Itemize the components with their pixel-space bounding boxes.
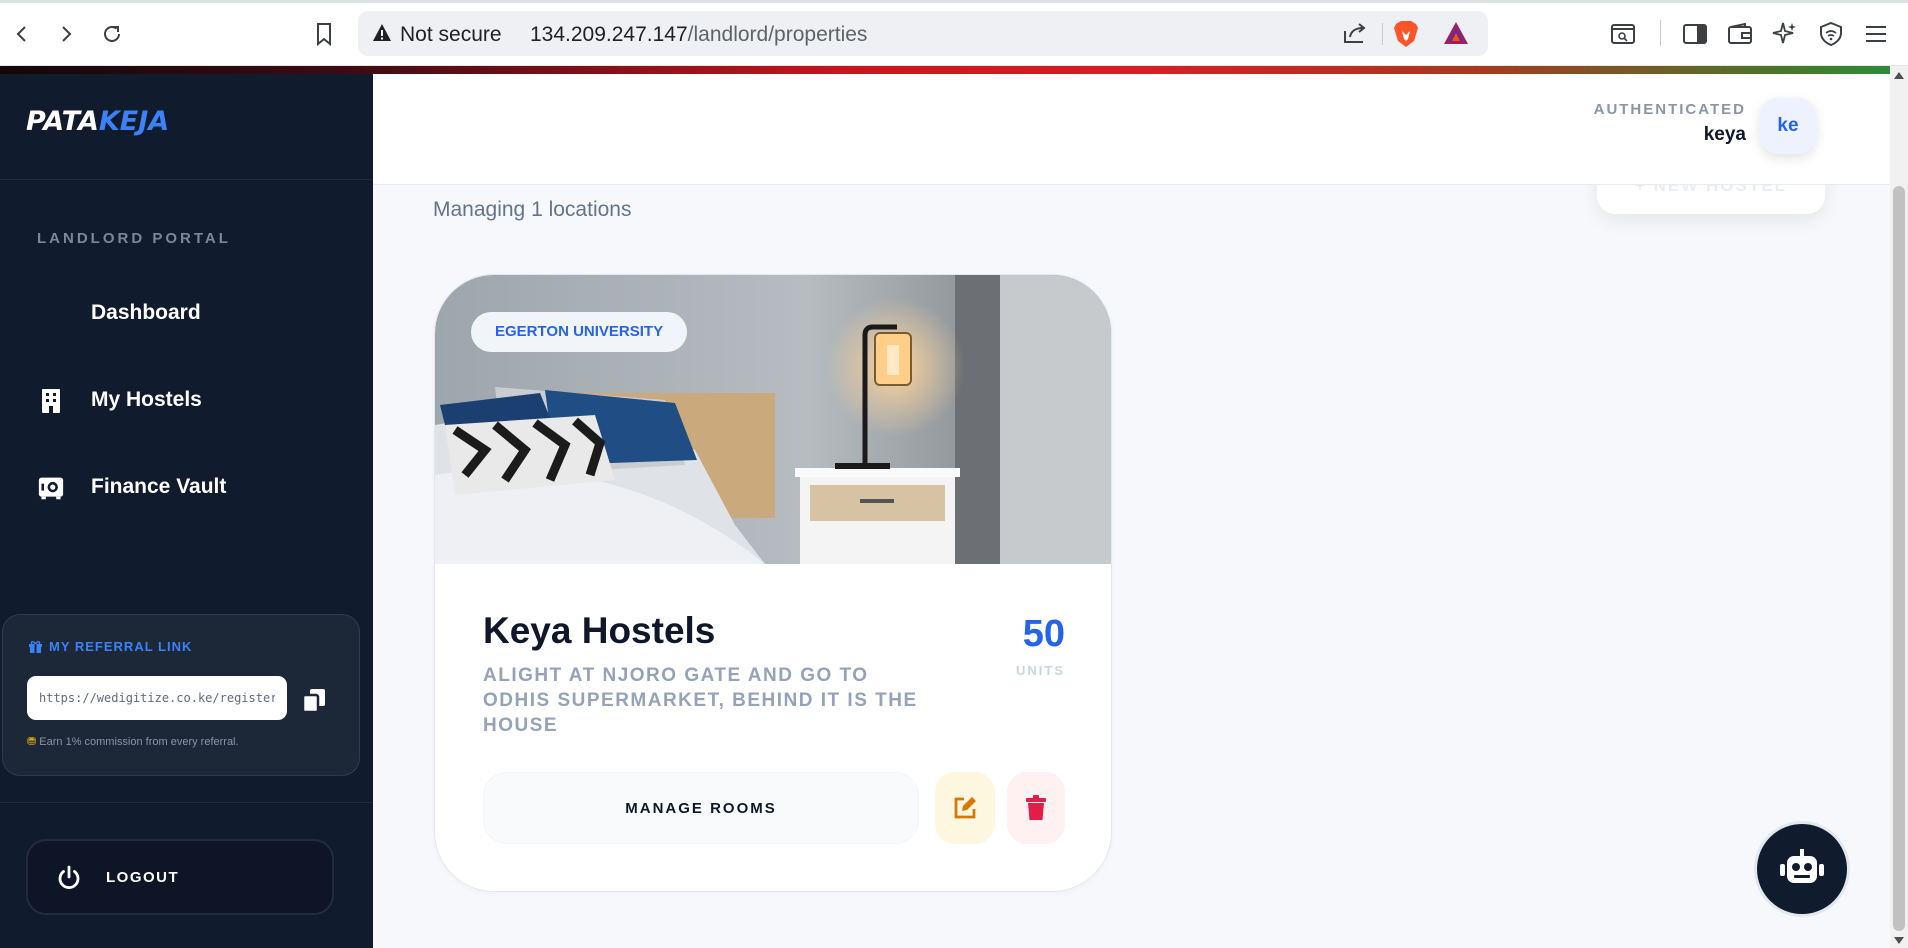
scroll-up-arrow[interactable]: [1894, 72, 1904, 79]
url-text[interactable]: 134.209.247.147/landlord/properties: [530, 23, 867, 47]
property-image: EGERTON UNIVERSITY: [435, 275, 1111, 564]
ai-assistant-icon[interactable]: [1769, 18, 1801, 50]
chatbot-button[interactable]: [1754, 821, 1850, 917]
address-bar[interactable]: Not secure 134.209.247.147/landlord/prop…: [358, 11, 1488, 56]
divider: [1660, 20, 1661, 46]
portal-label: LANDLORD PORTAL: [37, 230, 231, 247]
scroll-thumb[interactable]: [1893, 186, 1905, 931]
manage-rooms-button[interactable]: MANAGE ROOMS: [483, 772, 919, 844]
referral-title-text: MY REFERRAL LINK: [49, 639, 193, 654]
menu-icon[interactable]: [1860, 18, 1892, 50]
app-logo[interactable]: PATAKEJA: [26, 106, 169, 137]
back-icon[interactable]: [6, 18, 38, 50]
forward-icon[interactable]: [50, 18, 82, 50]
warning-icon[interactable]: [372, 23, 392, 48]
university-badge: EGERTON UNIVERSITY: [471, 312, 688, 352]
hostel-directions: ALIGHT AT NJORO GATE AND GO TO ODHIS SUP…: [483, 665, 918, 736]
share-icon[interactable]: [1342, 21, 1368, 50]
hostel-name: Keya Hostels: [483, 610, 716, 651]
page-scrollbar[interactable]: [1890, 66, 1908, 948]
scroll-down-arrow[interactable]: [1894, 937, 1904, 944]
logout-button[interactable]: LOGOUT: [26, 839, 334, 915]
vault-icon: [38, 475, 64, 501]
referral-note: ⛃ Earn 1% commission from every referral…: [27, 735, 239, 748]
units-count: 50: [1022, 613, 1065, 655]
referral-title: MY REFERRAL LINK: [28, 639, 192, 654]
bookmark-icon[interactable]: [308, 18, 340, 50]
divider: [0, 179, 373, 180]
delete-button[interactable]: [1007, 772, 1065, 844]
building-icon: [38, 388, 64, 414]
referral-card: MY REFERRAL LINK ⛃ Earn 1% commission fr…: [2, 614, 360, 776]
sidebar: PATAKEJA LANDLORD PORTAL Dashboard My Ho…: [0, 74, 373, 948]
logout-label: LOGOUT: [106, 869, 180, 886]
auth-status-label: AUTHENTICATED: [1593, 101, 1746, 118]
trash-icon: [1026, 795, 1046, 820]
username: keya: [1703, 124, 1746, 145]
units-label: UNITS: [1016, 663, 1065, 678]
power-icon: [55, 864, 83, 897]
coins-icon: ⛃: [27, 736, 37, 748]
browser-toolbar: Not secure 134.209.247.147/landlord/prop…: [0, 0, 1908, 66]
sidebar-item-dashboard[interactable]: Dashboard: [0, 284, 373, 344]
top-header: AUTHENTICATED keya ke: [373, 74, 1890, 185]
logo-part-1: PATA: [26, 106, 99, 137]
vpn-shield-icon[interactable]: [1815, 18, 1847, 50]
avatar[interactable]: ke: [1760, 98, 1816, 154]
sidebar-item-finance-vault[interactable]: Finance Vault: [0, 458, 373, 518]
url-host: 134.209.247.147: [530, 23, 688, 46]
logo-part-2: KEJA: [98, 106, 170, 137]
url-path: /landlord/properties: [687, 23, 868, 46]
brave-shield-icon[interactable]: [1392, 19, 1420, 54]
wallet-icon[interactable]: [1724, 18, 1756, 50]
sidebar-item-label: Finance Vault: [91, 475, 227, 498]
copy-icon[interactable]: [299, 685, 329, 715]
sidebar-toggle-icon[interactable]: [1679, 18, 1711, 50]
rewards-icon[interactable]: [1442, 20, 1470, 51]
referral-note-text: Earn 1% commission from every referral.: [39, 736, 239, 748]
sidebar-item-label: My Hostels: [91, 388, 202, 411]
property-card: EGERTON UNIVERSITY Keya Hostels ALIGHT A…: [434, 274, 1112, 892]
referral-link-input[interactable]: [27, 676, 287, 720]
edit-button[interactable]: [935, 772, 995, 844]
sidebar-item-my-hostels[interactable]: My Hostels: [0, 371, 373, 431]
reload-icon[interactable]: [96, 18, 128, 50]
brand-stripe: [0, 66, 1890, 74]
divider: [0, 802, 373, 803]
edit-icon: [954, 797, 976, 819]
sidebar-item-label: Dashboard: [91, 301, 201, 324]
tab-strip-edge: [0, 0, 1908, 3]
gift-icon: [29, 641, 42, 653]
divider: [1382, 23, 1383, 45]
locations-count: Managing 1 locations: [433, 198, 632, 221]
robot-icon: [1780, 849, 1824, 883]
security-status[interactable]: Not secure: [400, 23, 502, 47]
reader-mode-icon[interactable]: [1607, 18, 1639, 50]
